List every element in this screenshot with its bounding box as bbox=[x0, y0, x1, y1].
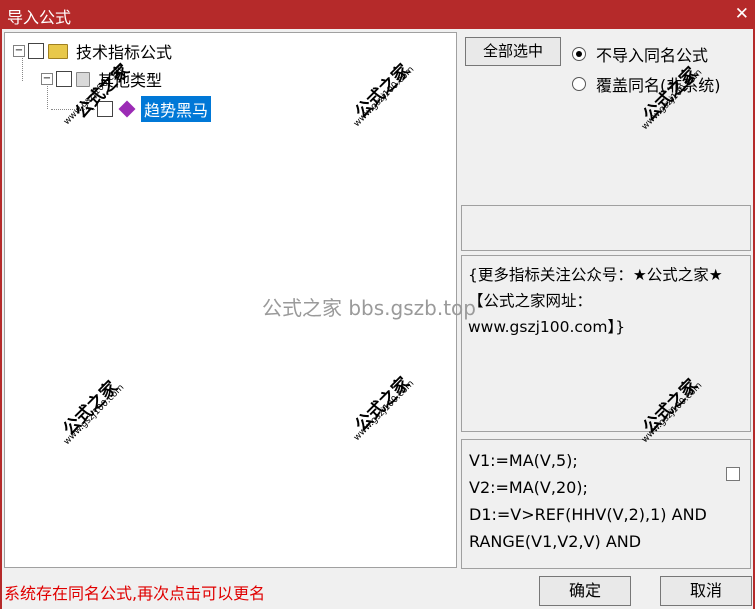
select-all-button[interactable]: 全部选中 bbox=[465, 37, 561, 66]
folder-icon bbox=[48, 43, 68, 59]
radio-label: 不导入同名公式 bbox=[596, 46, 709, 65]
collapse-icon[interactable]: − bbox=[41, 73, 53, 85]
formula-line: V2:=MA(V,20); bbox=[469, 478, 588, 497]
formula-preview[interactable]: V1:=MA(V,5); V2:=MA(V,20); D1:=V>REF(HHV… bbox=[461, 439, 751, 569]
cancel-button[interactable]: 取消 bbox=[660, 576, 752, 606]
formula-line: V1:=MA(V,5); bbox=[469, 451, 578, 470]
ok-button[interactable]: 确定 bbox=[539, 576, 631, 606]
tree-checkbox[interactable] bbox=[56, 71, 72, 87]
radio-button[interactable] bbox=[572, 77, 586, 91]
tree-checkbox[interactable] bbox=[28, 43, 44, 59]
title-bar: 导入公式 ✕ bbox=[0, 0, 755, 29]
radio-skip-duplicates[interactable]: 不导入同名公式 bbox=[572, 42, 708, 66]
description-box: {更多指标关注公众号：★公式之家★ 【公式之家网址：www.gszj100.co… bbox=[461, 255, 751, 432]
tree-item-label: 技术指标公式 bbox=[76, 43, 173, 62]
formula-line: RANGE(V1,V2,V) AND bbox=[469, 532, 642, 551]
formula-icon bbox=[118, 100, 136, 118]
watermark-center: 公式之家 bbs.gszb.top bbox=[262, 296, 476, 320]
preview-scroll-box[interactable] bbox=[726, 467, 740, 481]
close-icon[interactable]: ✕ bbox=[735, 4, 749, 24]
info-panel bbox=[461, 205, 751, 251]
collapse-icon[interactable]: − bbox=[13, 45, 25, 57]
window-border-left bbox=[0, 29, 2, 609]
tree-item-root[interactable]: − 技术指标公式 bbox=[13, 39, 172, 63]
radio-button[interactable] bbox=[572, 47, 586, 61]
tree-item-label: 趋势黑马 bbox=[141, 96, 212, 122]
formula-line: D1:=V>REF(HHV(V,2),1) AND bbox=[469, 505, 707, 524]
tree-item-formula[interactable]: 趋势黑马 bbox=[97, 96, 212, 122]
window-title: 导入公式 bbox=[7, 8, 72, 27]
status-message: 系统存在同名公式,再次点击可以更名 bbox=[4, 584, 266, 603]
